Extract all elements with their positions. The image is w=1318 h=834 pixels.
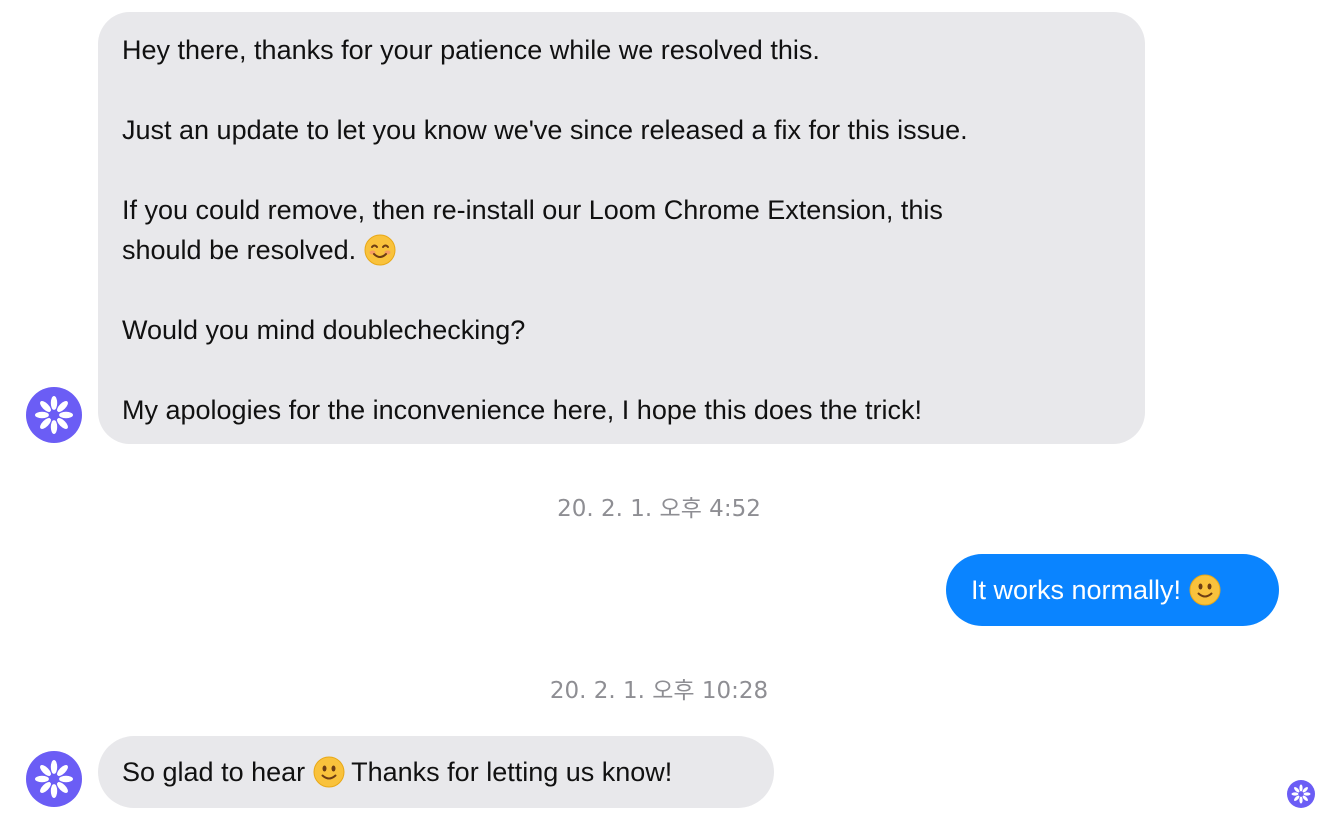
message-text: Thanks for letting us know! xyxy=(351,757,673,787)
smiling-face-with-smiling-eyes-emoji-icon xyxy=(364,234,396,266)
slightly-smiling-face-emoji-icon xyxy=(313,756,345,788)
message-line: Just an update to let you know we've sin… xyxy=(122,115,968,145)
message-timestamp: 20. 2. 1. 오후 10:28 xyxy=(549,678,769,704)
message-line: If you could remove, then re-install our… xyxy=(122,195,943,225)
message-line: should be resolved. xyxy=(122,230,1121,270)
loom-logo-icon xyxy=(1291,784,1311,804)
message-line: Hey there, thanks for your patience whil… xyxy=(122,35,820,65)
support-message-bubble: So glad to hear Thanks for letting us kn… xyxy=(98,736,774,808)
slightly-smiling-face-emoji-icon xyxy=(1189,574,1221,606)
message-line: My apologies for the inconvenience here,… xyxy=(122,395,922,425)
user-message-bubble: It works normally! xyxy=(946,554,1279,626)
message-text: should be resolved. xyxy=(122,235,357,265)
support-avatar xyxy=(26,387,82,443)
loom-logo-icon xyxy=(35,396,73,434)
read-receipt-avatar xyxy=(1287,780,1315,808)
message-text: So glad to hear xyxy=(122,757,306,787)
support-message-bubble: Hey there, thanks for your patience whil… xyxy=(98,12,1145,444)
message-text: It works normally! xyxy=(971,575,1182,605)
loom-logo-icon xyxy=(35,760,73,798)
message-line: Would you mind doublechecking? xyxy=(122,315,526,345)
message-timestamp: 20. 2. 1. 오후 4:52 xyxy=(557,496,761,522)
support-avatar xyxy=(26,751,82,807)
